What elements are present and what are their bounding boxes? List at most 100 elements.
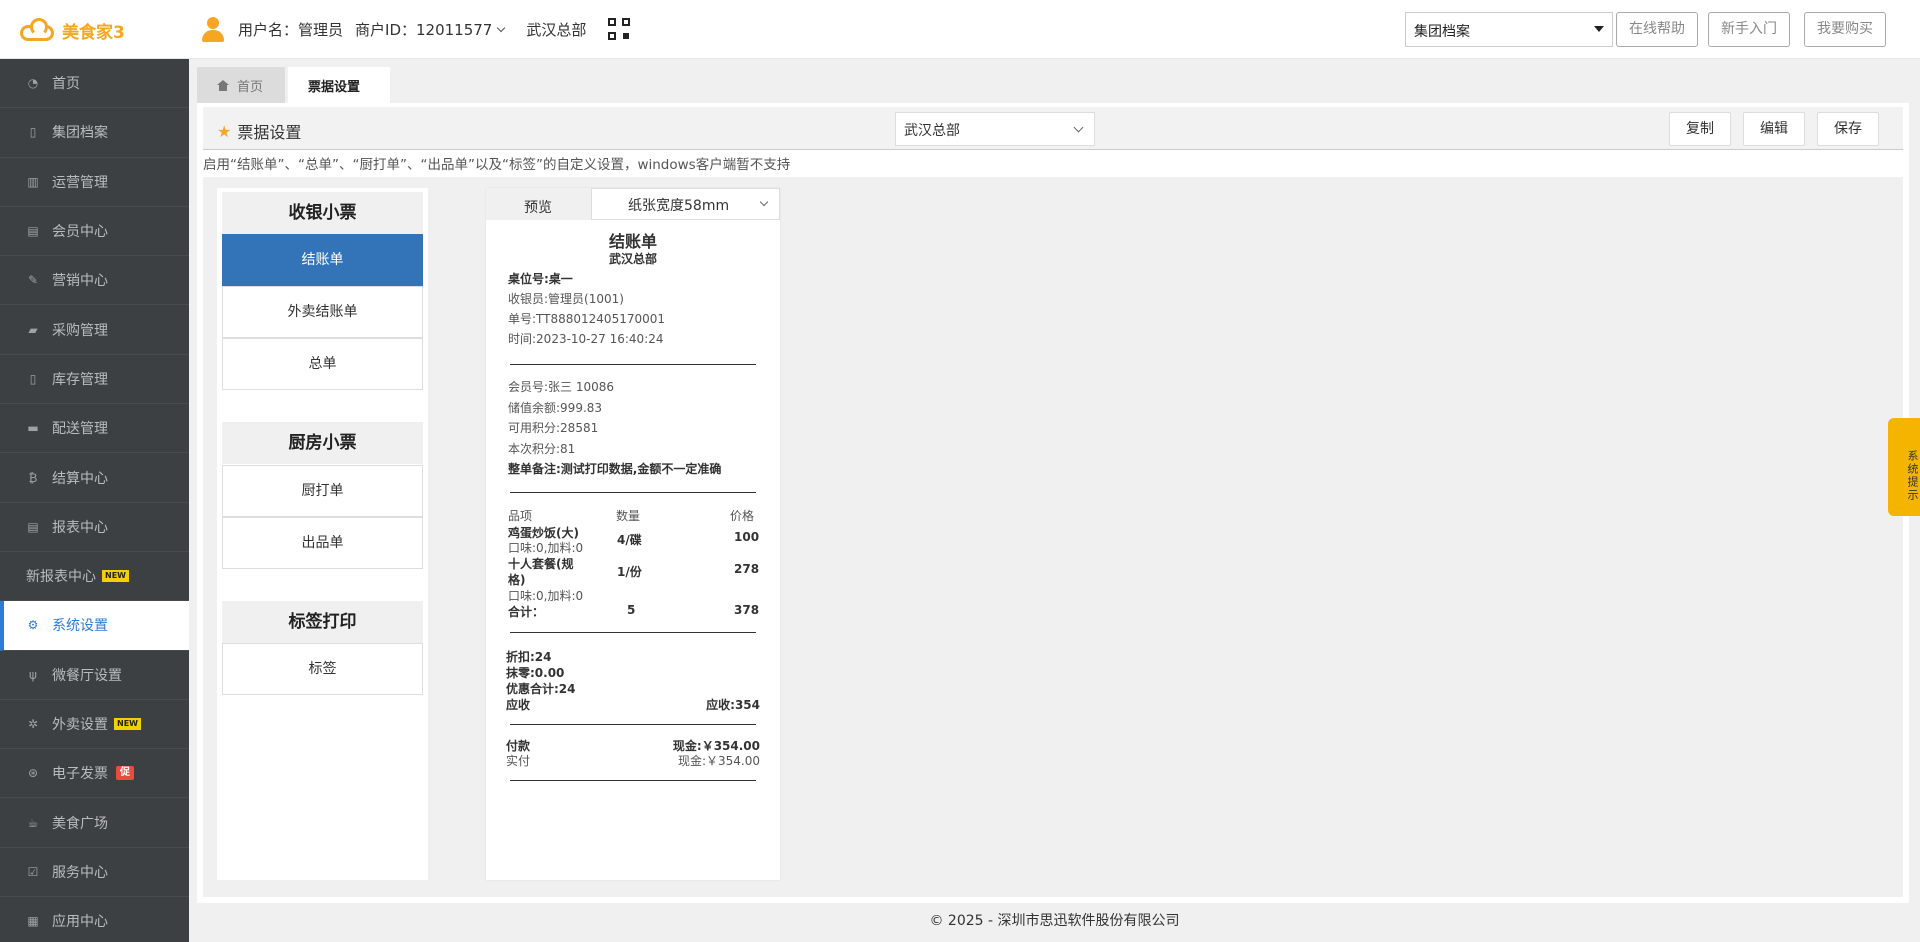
sidebar-item-purchasing[interactable]: ▰ 采购管理 [0, 305, 189, 355]
preview-label: 预览 [524, 200, 552, 216]
receipt-order-no: 单号:TT888012405170001 [508, 312, 666, 326]
file-icon: ▯ [29, 125, 37, 140]
report-icon: ▤ [27, 519, 39, 534]
receipt-divider [510, 364, 756, 365]
store-select[interactable]: 武汉总部 [895, 112, 1095, 146]
item2-price: 278 [734, 562, 760, 576]
item1-qty: 4/碟 [617, 533, 642, 547]
total-price: 378 [734, 603, 760, 617]
current-store: 武汉总部 [526, 20, 587, 39]
save-button[interactable]: 保存 [1817, 112, 1879, 146]
sidebar-item-service-center[interactable]: ☑ 服务中心 [0, 848, 189, 898]
sidebar-item-members[interactable]: ▤ 会员中心 [0, 207, 189, 257]
sidebar-item-takeout-settings[interactable]: ✲ 外卖设置 NEW [0, 700, 189, 750]
sidebar-item-operations[interactable]: ▥ 运营管理 [0, 158, 189, 207]
sidebar-item-delivery[interactable]: ▬ 配送管理 [0, 404, 189, 454]
cutlery-icon: ψ [29, 667, 37, 682]
template-checkout[interactable]: 结账单 [222, 234, 423, 286]
system-tips-tab[interactable]: 系统提示 [1888, 418, 1920, 516]
brand-name: 美食家3 [62, 22, 125, 43]
tab-home-label: 首页 [237, 79, 264, 95]
sidebar-item-group-archive[interactable]: ▯ 集团档案 [0, 108, 189, 158]
gauge-icon: ◔ [27, 76, 39, 91]
receipt-remark: 整单备注:测试打印数据,金额不一定准确 [508, 462, 722, 476]
merchant-id-dropdown[interactable]: 商户ID：12011577 [355, 19, 506, 40]
receipt-points-now: 本次积分:81 [508, 442, 576, 456]
chevron-down-icon [1073, 122, 1084, 133]
group-archive-value: 集团档案 [1414, 24, 1470, 40]
tab-receipt-settings-label: 票据设置 [308, 79, 361, 95]
template-list: 收银小票 结账单 外卖结账单 总单 厨房小票 厨打单 出品单 标签打印 标签 [217, 188, 428, 880]
sidebar-item-label: 电子发票 [52, 766, 108, 783]
page-title: ★ 票据设置 [217, 119, 301, 143]
sidebar-item-label: 营销中心 [52, 273, 108, 290]
new-badge: NEW [114, 718, 141, 730]
id-card-icon: ▤ [27, 224, 39, 239]
template-label[interactable]: 标签 [222, 643, 423, 695]
template-takeout-checkout[interactable]: 外卖结账单 [222, 286, 423, 338]
qr-code-icon[interactable] [608, 18, 631, 40]
tab-receipt-settings[interactable]: 票据设置 [288, 67, 390, 103]
buy-button[interactable]: 我要购买 [1804, 12, 1886, 47]
sidebar-item-inventory[interactable]: ▯ 库存管理 [0, 355, 189, 405]
paper-width-select[interactable]: 纸张宽度58mm [591, 188, 780, 220]
footer-copyright: © 2025 - 深圳市思迅软件股份有限公司 [929, 913, 1180, 929]
sidebar-item-label: 首页 [52, 76, 80, 93]
item2-options: 口味:0,加料:0 [508, 589, 584, 603]
receipt-balance: 储值余额:999.83 [508, 401, 603, 415]
sidebar-item-label: 系统设置 [52, 618, 108, 635]
sidebar: ◔ 首页 ▯ 集团档案 ▥ 运营管理 ▤ 会员中心 ✎ 营销中心 ▰ 采购管理 ▯ 库存管理 … [0, 59, 189, 942]
sidebar-item-label: 外卖设置 [52, 717, 108, 733]
sidebar-item-micro-restaurant[interactable]: ψ 微餐厅设置 [0, 651, 189, 700]
tab-home[interactable]: 首页 [197, 67, 285, 103]
sidebar-item-new-reports[interactable]: 新报表中心 NEW [0, 552, 189, 602]
category-cashier-receipt: 收银小票 [222, 192, 423, 234]
user-info: 用户名：管理员 商户ID：12011577 武汉总部 [200, 16, 631, 42]
sidebar-item-e-invoice[interactable]: ⊛ 电子发票促 [0, 749, 189, 799]
sidebar-item-label: 服务中心 [52, 864, 108, 881]
home-icon [217, 79, 229, 91]
template-summary[interactable]: 总单 [222, 338, 423, 390]
receipt-divider [510, 724, 756, 725]
sidebar-item-food-plaza[interactable]: ☕ 美食广场 [0, 798, 189, 848]
chevron-down-icon [759, 197, 769, 207]
category-kitchen-receipt: 厨房小票 [222, 422, 423, 464]
page-title-text: 票据设置 [237, 123, 302, 142]
receipt-member: 会员号:张三 10086 [508, 380, 615, 394]
new-badge: NEW [102, 570, 129, 583]
sidebar-item-marketing[interactable]: ✎ 营销中心 [0, 256, 189, 306]
edit-icon: ✎ [27, 273, 39, 288]
truck-icon: ▬ [27, 421, 39, 436]
store-select-value: 武汉总部 [904, 123, 960, 139]
coffee-icon: ☕ [27, 815, 39, 830]
item2-qty: 1/份 [617, 565, 642, 579]
sidebar-item-home[interactable]: ◔ 首页 [0, 59, 189, 109]
receivable-value: 应收:354 [706, 698, 760, 712]
template-kitchen-print[interactable]: 厨打单 [222, 465, 423, 517]
sidebar-item-settlement[interactable]: ₿ 结算中心 [0, 453, 189, 503]
online-help-button[interactable]: 在线帮助 [1616, 12, 1698, 47]
panel-header: ★ 票据设置 武汉总部 复制 编辑 保存 [203, 107, 1903, 150]
app-logo[interactable]: 美食家3 [18, 16, 125, 44]
sidebar-item-app-center[interactable]: ▦ 应用中心 [0, 897, 189, 942]
sidebar-item-label: 结算中心 [52, 470, 108, 487]
tablet-icon: ▯ [29, 371, 37, 386]
item2-name-line1: 十人套餐(规 [508, 557, 574, 571]
sidebar-item-system-settings[interactable]: ⚙ 系统设置 [0, 601, 189, 651]
newbie-guide-button[interactable]: 新手入门 [1708, 12, 1790, 47]
copy-button[interactable]: 复制 [1669, 112, 1731, 146]
preview-header: 预览 纸张宽度58mm [486, 188, 780, 220]
receipt-divider [510, 632, 756, 633]
category-label-print: 标签打印 [222, 601, 423, 643]
grid-icon: ▦ [27, 914, 39, 929]
edit-button[interactable]: 编辑 [1743, 112, 1805, 146]
receipt-title: 结账单 [608, 232, 657, 251]
template-dish-out[interactable]: 出品单 [222, 517, 423, 569]
sidebar-item-label: 报表中心 [52, 519, 108, 536]
sidebar-item-reports[interactable]: ▤ 报表中心 [0, 503, 189, 552]
total-qty: 5 [627, 603, 636, 617]
paid-value: 现金:￥354.00 [677, 754, 760, 768]
group-archive-select[interactable]: 集团档案 [1405, 12, 1613, 47]
col-item-header: 品项 [508, 509, 533, 523]
receipt-discount: 折扣:24 [506, 650, 552, 664]
